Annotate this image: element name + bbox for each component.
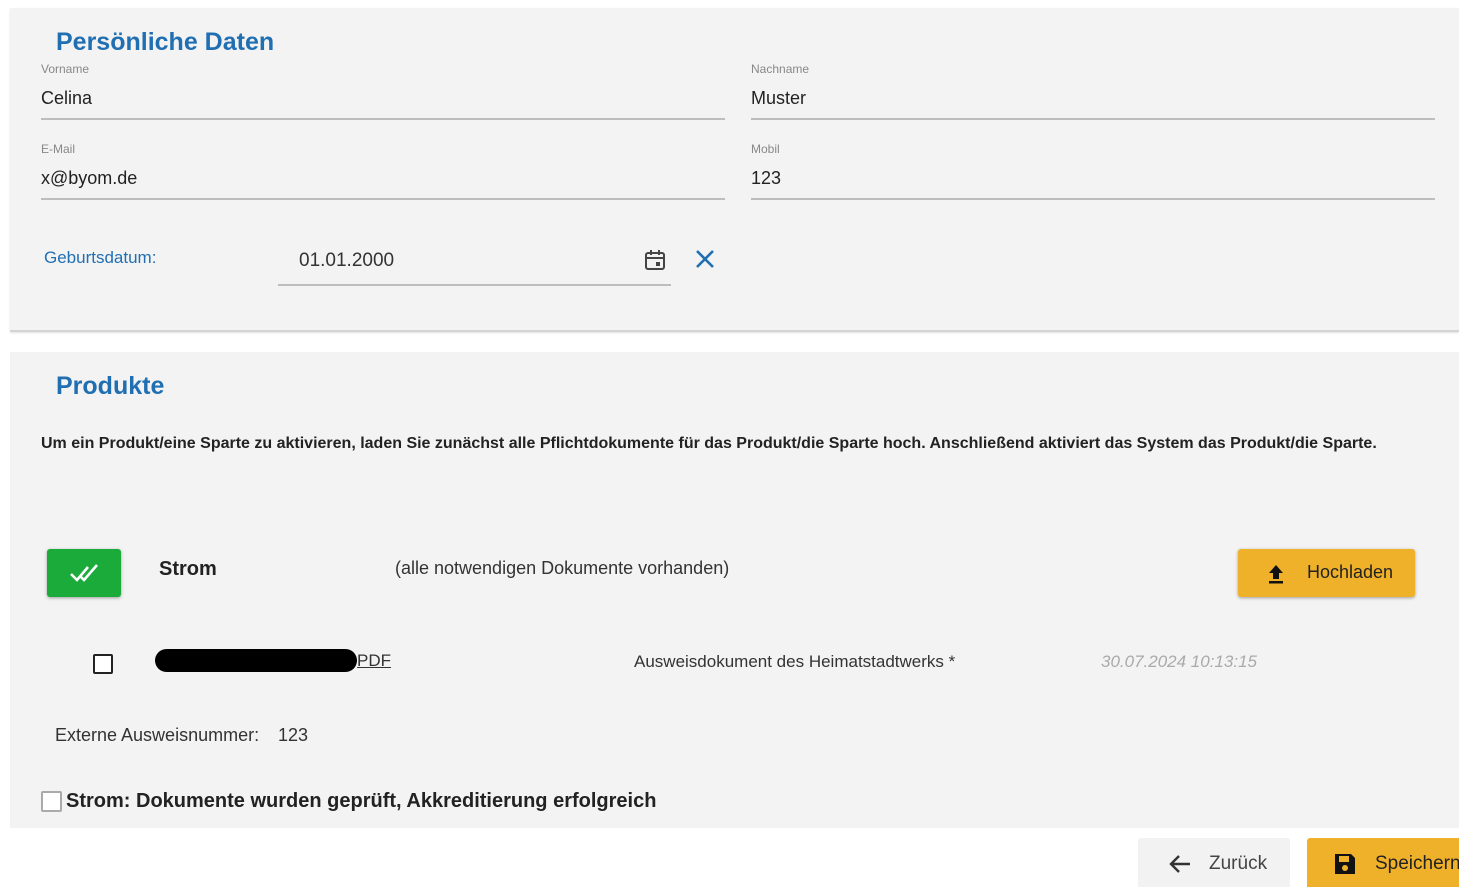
- last-name-label: Nachname: [751, 62, 810, 76]
- calendar-icon[interactable]: [644, 249, 666, 276]
- last-name-value[interactable]: Muster: [751, 88, 806, 109]
- products-panel: Produkte Um ein Produkt/eine Sparte zu a…: [10, 352, 1459, 828]
- email-underline: [41, 198, 725, 200]
- product-name: Strom: [159, 558, 217, 580]
- mobile-value[interactable]: 123: [751, 168, 781, 189]
- back-button[interactable]: Zurück: [1138, 838, 1290, 887]
- document-checkbox[interactable]: [93, 654, 113, 674]
- birthdate-input[interactable]: 01.01.2000: [278, 246, 671, 286]
- external-id-value: 123: [278, 725, 309, 745]
- document-date: 30.07.2024 10:13:15: [1101, 652, 1257, 671]
- birthdate-label: Geburtsdatum:: [44, 248, 157, 267]
- email-label: E-Mail: [41, 142, 76, 156]
- product-status-text: (alle notwendigen Dokumente vorhanden): [395, 558, 730, 578]
- first-name-label: Vorname: [41, 62, 90, 76]
- document-link[interactable]: PDF: [357, 651, 391, 671]
- personal-data-title: Persönliche Daten: [56, 28, 275, 56]
- external-id-label: Externe Ausweisnummer:: [55, 725, 260, 745]
- document-type: Ausweisdokument des Heimatstadtwerks *: [634, 652, 956, 671]
- redacted-filename: [155, 649, 357, 672]
- save-button-label: Speichern: [1375, 853, 1459, 874]
- first-name-underline: [41, 118, 725, 120]
- birthdate-value[interactable]: 01.01.2000: [299, 250, 394, 272]
- save-icon: [1335, 854, 1355, 874]
- first-name-value[interactable]: Celina: [41, 88, 92, 109]
- double-check-icon: [70, 564, 98, 582]
- accreditation-label[interactable]: Strom: Dokumente wurden geprüft, Akkredi…: [66, 790, 656, 813]
- save-button[interactable]: Speichern: [1307, 838, 1459, 887]
- upload-button-label: Hochladen: [1307, 562, 1394, 582]
- mobile-label: Mobil: [751, 142, 780, 156]
- personal-data-panel: Persönliche Daten Vorname Celina Nachnam…: [10, 8, 1459, 332]
- close-icon[interactable]: [694, 248, 716, 275]
- back-button-label: Zurück: [1209, 853, 1268, 874]
- upload-icon: [1269, 565, 1283, 584]
- product-status-badge: [47, 549, 121, 597]
- mobile-underline: [751, 198, 1435, 200]
- products-info-text: Um ein Produkt/eine Sparte zu aktivieren…: [41, 435, 1377, 452]
- upload-button[interactable]: Hochladen: [1238, 549, 1415, 597]
- accreditation-checkbox[interactable]: [41, 791, 62, 812]
- arrow-left-icon: [1169, 855, 1190, 873]
- last-name-underline: [751, 118, 1435, 120]
- email-value[interactable]: x@byom.de: [41, 168, 137, 189]
- products-title: Produkte: [56, 372, 165, 400]
